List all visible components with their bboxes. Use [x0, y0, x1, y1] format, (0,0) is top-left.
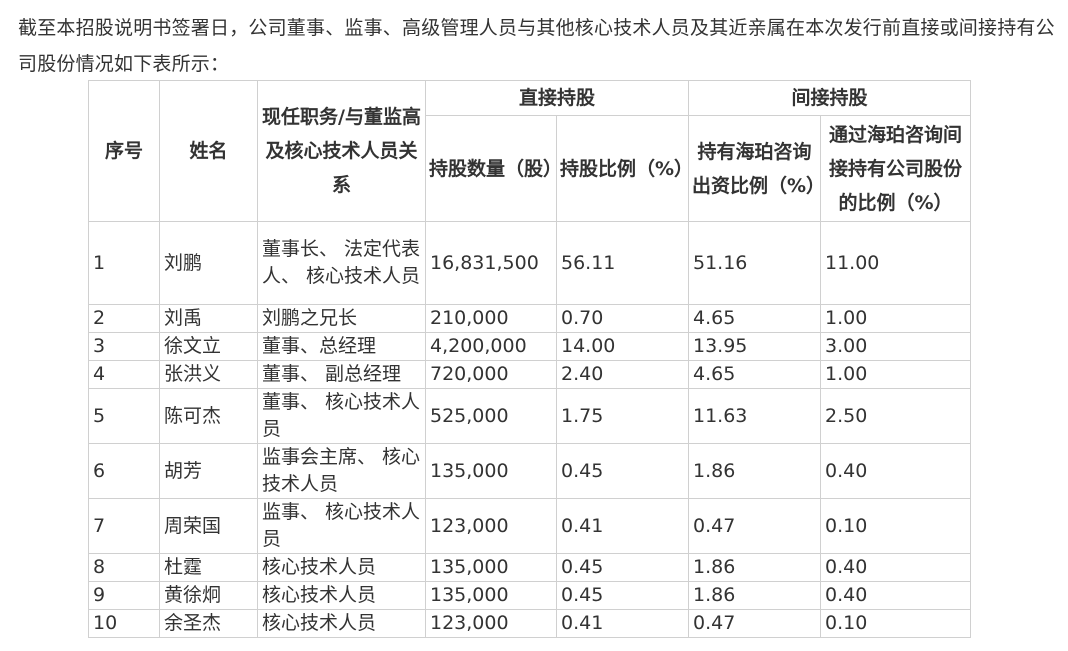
table-body: 1 刘鹏 董事长、 法定代表人、 核心技术人员 16,831,500 56.11…	[88, 221, 971, 638]
header-name: 姓名	[159, 80, 258, 222]
cell-ratio: 0.45	[556, 581, 689, 610]
cell-ratio: 0.41	[556, 498, 689, 554]
cell-seq: 9	[88, 581, 160, 610]
header-direct-group: 直接持股	[425, 80, 689, 116]
cell-haipo: 0.47	[688, 609, 821, 638]
cell-name: 黄徐炯	[159, 581, 258, 610]
cell-haipo: 0.47	[688, 498, 821, 554]
cell-ratio: 14.00	[556, 332, 689, 361]
table-row: 6 胡芳 监事会主席、 核心技术人员 135,000 0.45 1.86 0.4…	[88, 443, 971, 499]
header-indirect-group: 间接持股	[688, 80, 971, 116]
cell-indirect: 1.00	[820, 304, 971, 333]
cell-shares: 16,831,500	[425, 221, 557, 305]
cell-position: 刘鹏之兄长	[257, 304, 426, 333]
table-row: 9 黄徐炯 核心技术人员 135,000 0.45 1.86 0.40	[88, 581, 971, 610]
cell-haipo: 4.65	[688, 360, 821, 389]
cell-name: 张洪义	[159, 360, 258, 389]
table-row: 4 张洪义 董事、 副总经理 720,000 2.40 4.65 1.00	[88, 360, 971, 389]
cell-ratio: 0.45	[556, 553, 689, 582]
cell-seq: 1	[88, 221, 160, 305]
cell-haipo: 1.86	[688, 553, 821, 582]
table-row: 3 徐文立 董事、总经理 4,200,000 14.00 13.95 3.00	[88, 332, 971, 361]
cell-shares: 123,000	[425, 498, 557, 554]
header-position: 现任职务/与董监高及核心技术人员关系	[257, 80, 426, 222]
cell-shares: 135,000	[425, 553, 557, 582]
table-row: 10 余圣杰 核心技术人员 123,000 0.41 0.47 0.10	[88, 609, 971, 638]
cell-name: 余圣杰	[159, 609, 258, 638]
cell-indirect: 1.00	[820, 360, 971, 389]
cell-name: 陈可杰	[159, 388, 258, 444]
header-direct-shares: 持股数量（股）	[425, 115, 562, 222]
cell-haipo: 11.63	[688, 388, 821, 444]
cell-position: 核心技术人员	[257, 609, 426, 638]
cell-position: 监事、 核心技术人员	[257, 498, 426, 554]
table-row: 8 杜霆 核心技术人员 135,000 0.45 1.86 0.40	[88, 553, 971, 582]
cell-name: 杜霆	[159, 553, 258, 582]
cell-seq: 6	[88, 443, 160, 499]
cell-shares: 135,000	[425, 581, 557, 610]
cell-name: 刘鹏	[159, 221, 258, 305]
cell-shares: 720,000	[425, 360, 557, 389]
cell-indirect: 0.40	[820, 553, 971, 582]
cell-shares: 210,000	[425, 304, 557, 333]
cell-name: 胡芳	[159, 443, 258, 499]
table-row: 5 陈可杰 董事、 核心技术人员 525,000 1.75 11.63 2.50	[88, 388, 971, 444]
cell-haipo: 1.86	[688, 443, 821, 499]
cell-position: 监事会主席、 核心技术人员	[257, 443, 426, 499]
cell-haipo: 51.16	[688, 221, 821, 305]
cell-shares: 123,000	[425, 609, 557, 638]
cell-shares: 135,000	[425, 443, 557, 499]
cell-seq: 3	[88, 332, 160, 361]
cell-haipo: 1.86	[688, 581, 821, 610]
cell-name: 徐文立	[159, 332, 258, 361]
cell-position: 核心技术人员	[257, 581, 426, 610]
cell-seq: 4	[88, 360, 160, 389]
cell-position: 核心技术人员	[257, 553, 426, 582]
cell-ratio: 0.70	[556, 304, 689, 333]
cell-indirect: 3.00	[820, 332, 971, 361]
cell-name: 刘禹	[159, 304, 258, 333]
cell-seq: 10	[88, 609, 160, 638]
header-seq: 序号	[88, 80, 160, 222]
shareholding-table: 序号 姓名 现任职务/与董监高及核心技术人员关系 直接持股 间接持股 持股数量（…	[88, 80, 971, 638]
table-row: 2 刘禹 刘鹏之兄长 210,000 0.70 4.65 1.00	[88, 304, 971, 333]
cell-seq: 5	[88, 388, 160, 444]
table-header: 序号 姓名 现任职务/与董监高及核心技术人员关系 直接持股 间接持股 持股数量（…	[88, 80, 971, 222]
cell-ratio: 56.11	[556, 221, 689, 305]
cell-seq: 8	[88, 553, 160, 582]
cell-shares: 525,000	[425, 388, 557, 444]
cell-name: 周荣国	[159, 498, 258, 554]
cell-indirect: 0.10	[820, 609, 971, 638]
cell-indirect: 0.10	[820, 498, 971, 554]
cell-ratio: 0.41	[556, 609, 689, 638]
header-haipo-ratio: 持有海珀咨询出资比例（%）	[688, 115, 825, 222]
header-direct-ratio: 持股比例（%）	[556, 115, 693, 222]
cell-position: 董事、 副总经理	[257, 360, 426, 389]
cell-haipo: 4.65	[688, 304, 821, 333]
cell-indirect: 11.00	[820, 221, 971, 305]
intro-paragraph: 截至本招股说明书签署日，公司董事、监事、高级管理人员与其他核心技术人员及其近亲属…	[18, 17, 1055, 75]
table-row: 1 刘鹏 董事长、 法定代表人、 核心技术人员 16,831,500 56.11…	[88, 221, 971, 305]
cell-ratio: 1.75	[556, 388, 689, 444]
cell-position: 董事、总经理	[257, 332, 426, 361]
cell-position: 董事长、 法定代表人、 核心技术人员	[257, 221, 426, 305]
cell-indirect: 0.40	[820, 581, 971, 610]
cell-position: 董事、 核心技术人员	[257, 388, 426, 444]
cell-ratio: 0.45	[556, 443, 689, 499]
cell-haipo: 13.95	[688, 332, 821, 361]
table-row: 7 周荣国 监事、 核心技术人员 123,000 0.41 0.47 0.10	[88, 498, 971, 554]
cell-indirect: 2.50	[820, 388, 971, 444]
cell-seq: 7	[88, 498, 160, 554]
header-indirect-ratio: 通过海珀咨询间接持有公司股份的比例（%）	[820, 115, 971, 222]
cell-indirect: 0.40	[820, 443, 971, 499]
cell-shares: 4,200,000	[425, 332, 557, 361]
cell-seq: 2	[88, 304, 160, 333]
cell-ratio: 2.40	[556, 360, 689, 389]
